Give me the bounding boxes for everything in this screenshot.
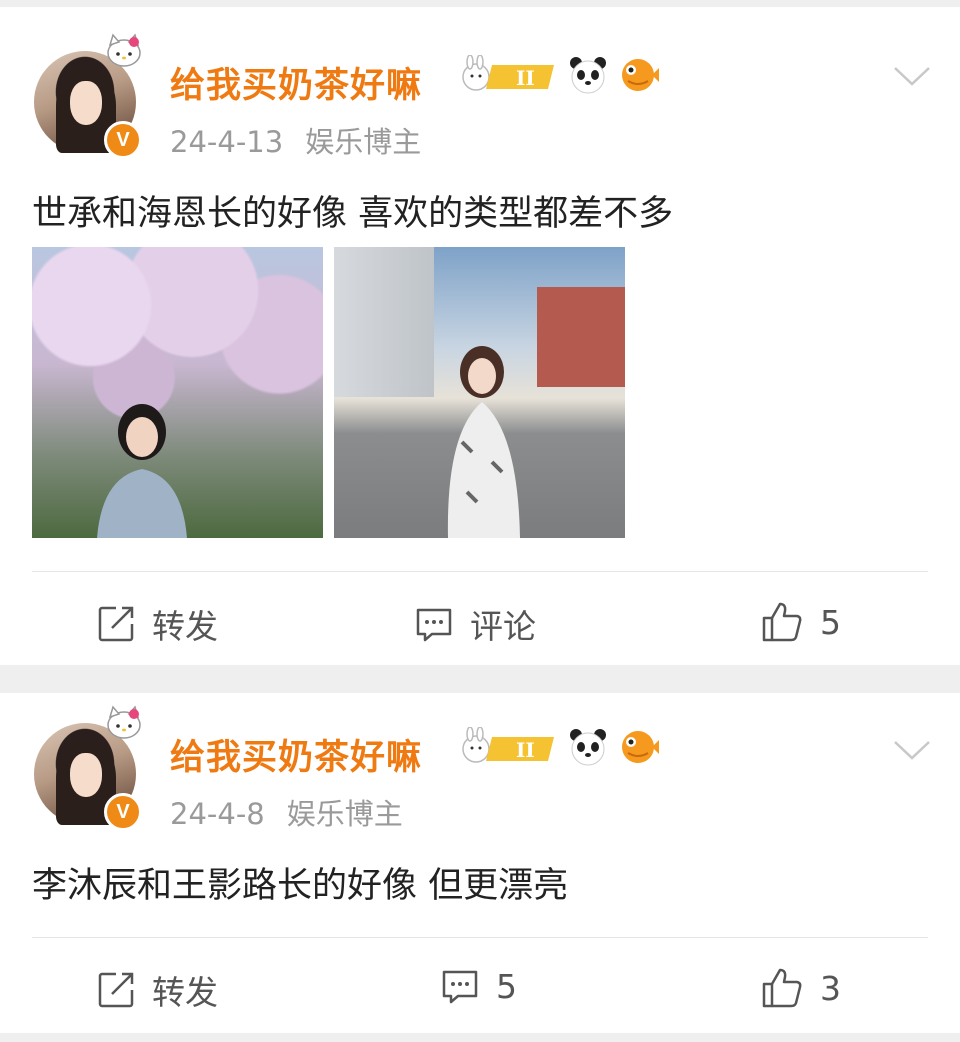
username[interactable]: 给我买奶茶好嘛 [170,729,422,780]
comment-count: 5 [496,966,517,1006]
pufferfish-icon[interactable] [618,55,660,95]
svg-text:II: II [516,738,535,762]
hello-kitty-icon [107,33,141,67]
post-text: 世承和海恩长的好像 喜欢的类型都差不多 [32,194,674,234]
user-role: 娱乐博主 [305,125,422,159]
person-figure [447,346,520,538]
comment-button[interactable]: 评论 [414,600,536,648]
user-role: 娱乐博主 [286,797,403,831]
building [537,287,625,387]
building [334,247,434,397]
post-photo[interactable] [32,247,323,538]
repost-icon [98,972,134,1008]
repost-label: 转发 [152,607,218,646]
comment-icon [442,970,478,1004]
like-button[interactable]: 3 [760,966,841,1010]
username[interactable]: 给我买奶茶好嘛 [170,57,422,108]
chevron-down-icon[interactable] [892,737,932,763]
repost-button[interactable]: 转发 [96,966,218,1014]
feed: V 给我买奶茶好嘛 II 24-4-13 娱乐博主 世承和海恩长的好像 喜欢的类… [0,7,960,1033]
post-date: 24-4-8 [170,797,265,831]
repost-icon [98,606,134,642]
panda-icon[interactable] [568,55,608,95]
comment-icon [416,608,452,642]
like-count: 5 [820,602,841,642]
post-meta: 24-4-13 娱乐博主 [170,119,421,161]
gemini-rank-badge-icon[interactable]: II [458,55,558,95]
comment-label: 评论 [470,607,536,646]
post-card[interactable]: V 给我买奶茶好嘛 II [0,693,960,1033]
panda-icon[interactable] [568,727,608,767]
post-date: 24-4-13 [170,125,284,159]
post-text: 李沐辰和王影路长的好像 但更漂亮 [32,866,569,906]
hello-kitty-icon [107,705,141,739]
verified-badge: V [104,121,142,159]
gemini-rank-badge-icon[interactable]: II [458,727,558,767]
avatar[interactable]: V [34,33,142,159]
avatar-face [70,81,102,125]
avatar-face [70,753,102,797]
svg-text:II: II [516,66,535,90]
divider [32,571,928,572]
repost-button[interactable]: 转发 [96,600,218,648]
repost-label: 转发 [152,973,218,1012]
comment-button[interactable]: 5 [440,966,517,1006]
divider [32,937,928,938]
user-badges: II [458,55,660,95]
post-photo[interactable] [334,247,625,538]
thumbs-up-icon [762,968,802,1008]
user-badges: II [458,727,660,767]
avatar[interactable]: V [34,705,142,831]
action-bar: 转发 5 3 [0,946,960,1026]
verified-badge: V [104,793,142,831]
thumbs-up-icon [762,602,802,642]
pufferfish-icon[interactable] [618,727,660,767]
like-count: 3 [820,968,841,1008]
post-card[interactable]: V 给我买奶茶好嘛 II [0,7,960,665]
person-figure [97,404,187,538]
like-button[interactable]: 5 [760,600,841,644]
post-meta: 24-4-8 娱乐博主 [170,791,403,833]
chevron-down-icon[interactable] [892,63,932,89]
action-bar: 转发 评论 5 [0,580,960,660]
